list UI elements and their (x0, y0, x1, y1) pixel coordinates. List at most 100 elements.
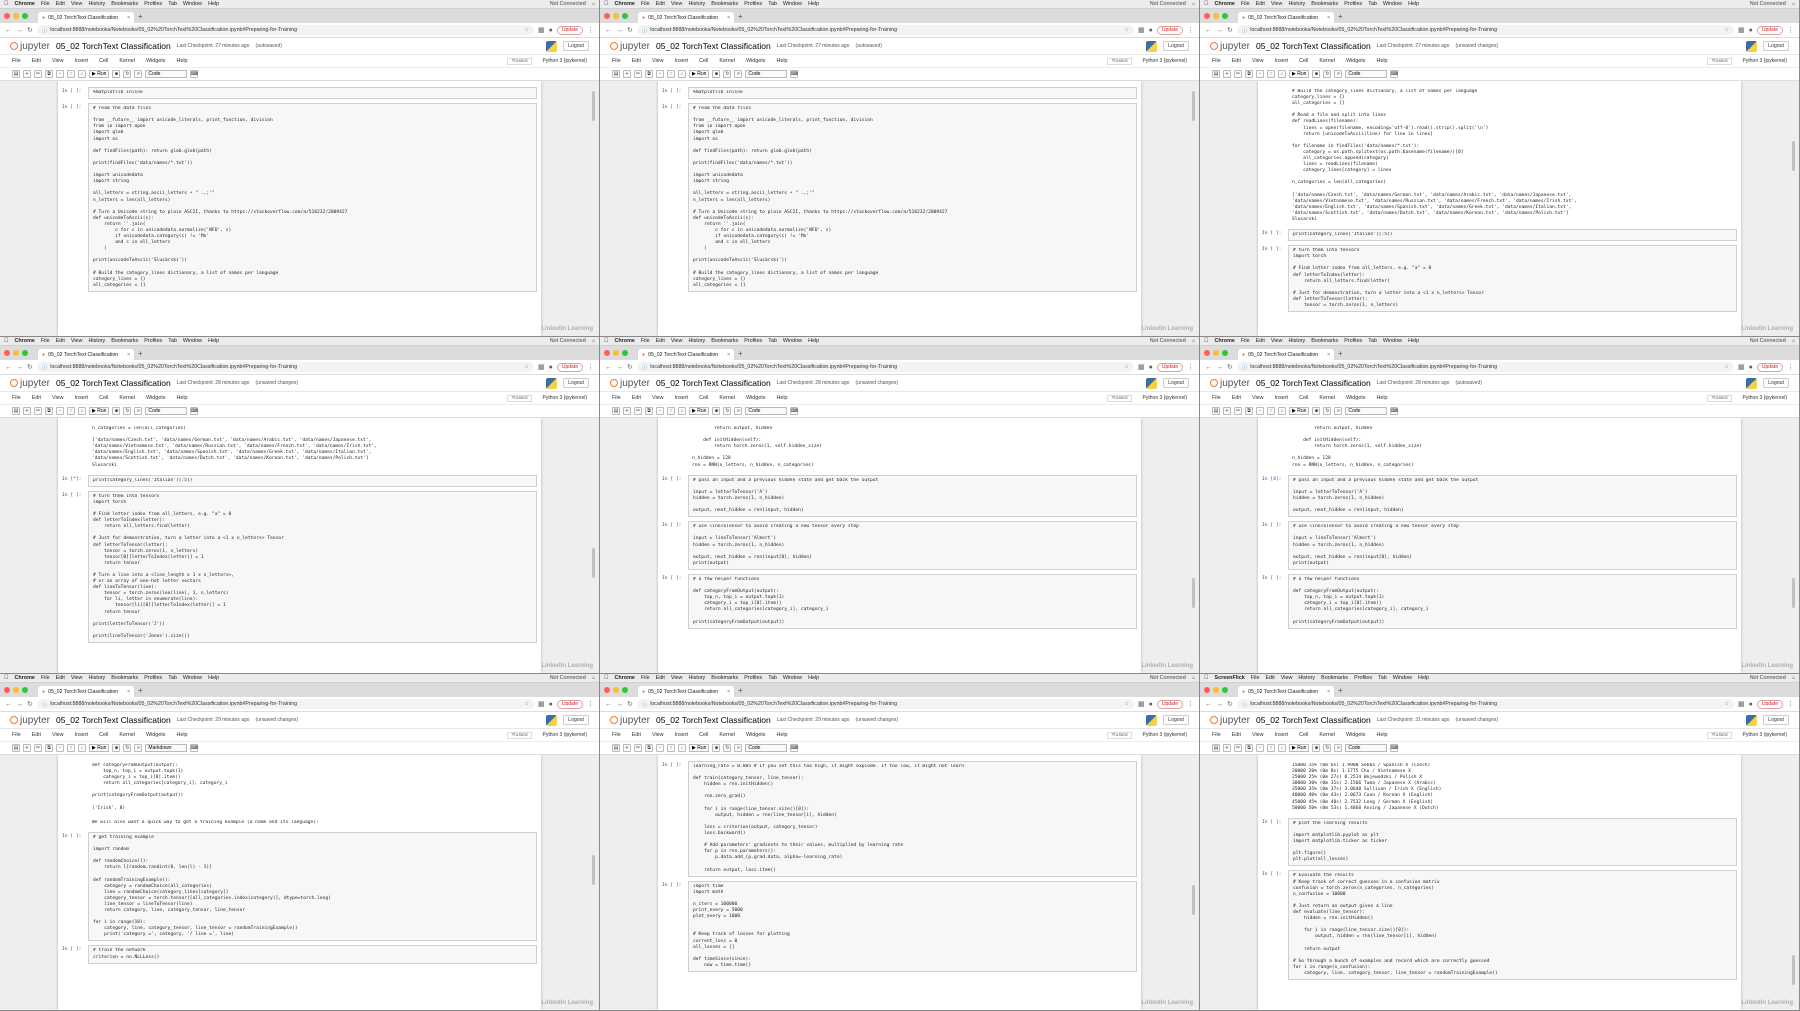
trusted-badge[interactable]: Trusted (1707, 57, 1732, 65)
cell-type-select[interactable]: Code (745, 744, 788, 752)
move-down-icon[interactable]: ↓ (1278, 70, 1286, 78)
minimize-window-icon[interactable] (613, 350, 619, 356)
menu-edit[interactable]: Edit (56, 1, 65, 7)
run-button[interactable]: ▶ Run (1289, 744, 1310, 752)
notebook-cell[interactable]: In [ ]: # use lineToTensor to avoid creat… (662, 521, 1137, 570)
nb-menu-widgets[interactable]: Widgets (746, 732, 765, 738)
notebook-cell[interactable]: In [ ]: # plot the learning results impor… (1262, 817, 1737, 867)
notebook-title[interactable]: 05_02 TorchText Classification (56, 715, 171, 725)
back-icon[interactable]: ← (5, 701, 12, 708)
profile-icon[interactable]: ● (549, 701, 553, 708)
info-icon[interactable]: ⓘ (1242, 363, 1247, 371)
menu-edit[interactable]: Edit (656, 1, 665, 7)
nb-menu-cell[interactable]: Cell (99, 732, 108, 738)
scrollbar[interactable] (592, 548, 595, 578)
cell-input[interactable]: n_categories = len(all_categories) ['dat… (88, 424, 537, 471)
trusted-badge[interactable]: Trusted (1707, 394, 1732, 402)
trusted-badge[interactable]: Trusted (1107, 57, 1132, 65)
menu-bookmarks[interactable]: Bookmarks (111, 338, 138, 344)
nb-menu-edit[interactable]: Edit (632, 732, 641, 738)
menu-file[interactable]: File (41, 338, 50, 344)
notebook-cell[interactable]: In [ ]: learning_rate = 0.005 # If you se… (662, 761, 1137, 877)
apple-icon[interactable]:  (604, 675, 609, 681)
menu-bookmarks[interactable]: Bookmarks (111, 1, 138, 7)
notebook-cell[interactable]: return output, hidden def initHidden(sel… (1262, 424, 1737, 471)
menu-profiles[interactable]: Profiles (1344, 338, 1362, 344)
nb-menu-help[interactable]: Help (176, 395, 187, 401)
menu-help[interactable]: Help (208, 338, 219, 344)
back-icon[interactable]: ← (605, 364, 612, 371)
move-up-icon[interactable]: ↑ (67, 744, 75, 752)
reload-icon[interactable]: ↻ (27, 26, 33, 34)
menu-bookmarks[interactable]: Bookmarks (1311, 338, 1338, 344)
new-tab-icon[interactable]: + (138, 686, 143, 695)
wifi-icon[interactable]: ⌂ (1192, 1, 1195, 7)
cell-input[interactable]: %matplotlib inline (88, 87, 537, 100)
nb-menu-cell[interactable]: Cell (699, 732, 708, 738)
trusted-badge[interactable]: Trusted (507, 394, 532, 402)
cut-icon[interactable]: ✂ (34, 407, 42, 415)
url-field[interactable]: ⓘ localhost:8888/notebooks/Notebooks/05_… (636, 699, 1135, 709)
not-connected-status[interactable]: Not Connected (1750, 675, 1786, 681)
profile-icon[interactable]: ● (549, 364, 553, 371)
menu-help[interactable]: Help (208, 1, 219, 7)
wifi-icon[interactable]: ⌂ (1192, 675, 1195, 681)
insert-cell-icon[interactable]: + (23, 407, 31, 415)
wifi-icon[interactable]: ⌂ (1192, 338, 1195, 344)
cut-icon[interactable]: ✂ (634, 70, 642, 78)
nb-menu-cell[interactable]: Cell (699, 395, 708, 401)
menu-tab[interactable]: Tab (168, 1, 177, 7)
menu-view[interactable]: View (1281, 675, 1293, 681)
cell-input[interactable]: # Evaluate the results # Keep track of c… (1288, 870, 1737, 980)
menu-tab[interactable]: Tab (1368, 1, 1377, 7)
kernel-indicator[interactable]: Python 3 (ipykernel) (1743, 395, 1787, 401)
save-icon[interactable]: ▤ (612, 407, 620, 415)
scrollbar[interactable] (592, 91, 595, 121)
kernel-indicator[interactable]: Python 3 (ipykernel) (1143, 732, 1187, 738)
cell-input[interactable]: We will also want a quick way to get a t… (88, 817, 537, 828)
forward-icon[interactable]: → (1216, 701, 1223, 708)
menu-profiles[interactable]: Profiles (1354, 675, 1372, 681)
paste-icon[interactable]: ▫ (1256, 407, 1264, 415)
nb-menu-file[interactable]: File (1212, 732, 1221, 738)
menu-tab[interactable]: Tab (168, 338, 177, 344)
cut-icon[interactable]: ✂ (634, 407, 642, 415)
back-icon[interactable]: ← (605, 701, 612, 708)
menu-profiles[interactable]: Profiles (744, 675, 762, 681)
jupyter-logo[interactable]: jupyter (1210, 41, 1250, 52)
save-icon[interactable]: ▤ (612, 70, 620, 78)
nb-menu-file[interactable]: File (612, 58, 621, 64)
minimize-window-icon[interactable] (13, 13, 19, 19)
cell-input[interactable]: # pass an input and a previous hidden st… (688, 474, 1137, 518)
logout-button[interactable]: Logout (1763, 378, 1789, 388)
notebook-title[interactable]: 05_02 TorchText Classification (656, 378, 771, 388)
trusted-badge[interactable]: Trusted (1107, 731, 1132, 739)
browser-tab[interactable]: ● 05_02 TorchText Classification × (38, 12, 134, 23)
menu-view[interactable]: View (71, 675, 83, 681)
forward-icon[interactable]: → (616, 27, 623, 34)
menu-profiles[interactable]: Profiles (144, 675, 162, 681)
more-menu-icon[interactable]: ⋮ (587, 363, 594, 371)
notebook-cell[interactable]: In [ ]: # turn them into tensors import t… (62, 490, 537, 643)
wifi-icon[interactable]: ⌂ (592, 1, 595, 7)
cut-icon[interactable]: ✂ (1234, 70, 1242, 78)
extensions-icon[interactable]: ▦ (538, 363, 545, 371)
forward-icon[interactable]: → (1216, 364, 1223, 371)
paste-icon[interactable]: ▫ (1256, 744, 1264, 752)
scrollbar[interactable] (1792, 955, 1795, 985)
restart-run-all-icon[interactable]: » (734, 407, 743, 415)
insert-cell-icon[interactable]: + (23, 70, 31, 78)
logout-button[interactable]: Logout (563, 378, 589, 388)
kernel-indicator[interactable]: Python 3 (ipykernel) (1743, 58, 1787, 64)
menu-edit[interactable]: Edit (1265, 675, 1274, 681)
close-window-icon[interactable] (1204, 350, 1210, 356)
nb-menu-cell[interactable]: Cell (699, 58, 708, 64)
more-menu-icon[interactable]: ⋮ (1787, 363, 1794, 371)
url-field[interactable]: ⓘ localhost:8888/notebooks/Notebooks/05_… (636, 362, 1135, 372)
interrupt-icon[interactable]: ■ (112, 744, 121, 752)
not-connected-status[interactable]: Not Connected (1150, 338, 1186, 344)
command-palette-icon[interactable]: ⌨ (1390, 70, 1399, 78)
nb-menu-kernel[interactable]: Kernel (1319, 395, 1335, 401)
cell-input[interactable]: import time import math n_iters = 100000… (688, 880, 1137, 972)
nb-menu-kernel[interactable]: Kernel (719, 732, 735, 738)
